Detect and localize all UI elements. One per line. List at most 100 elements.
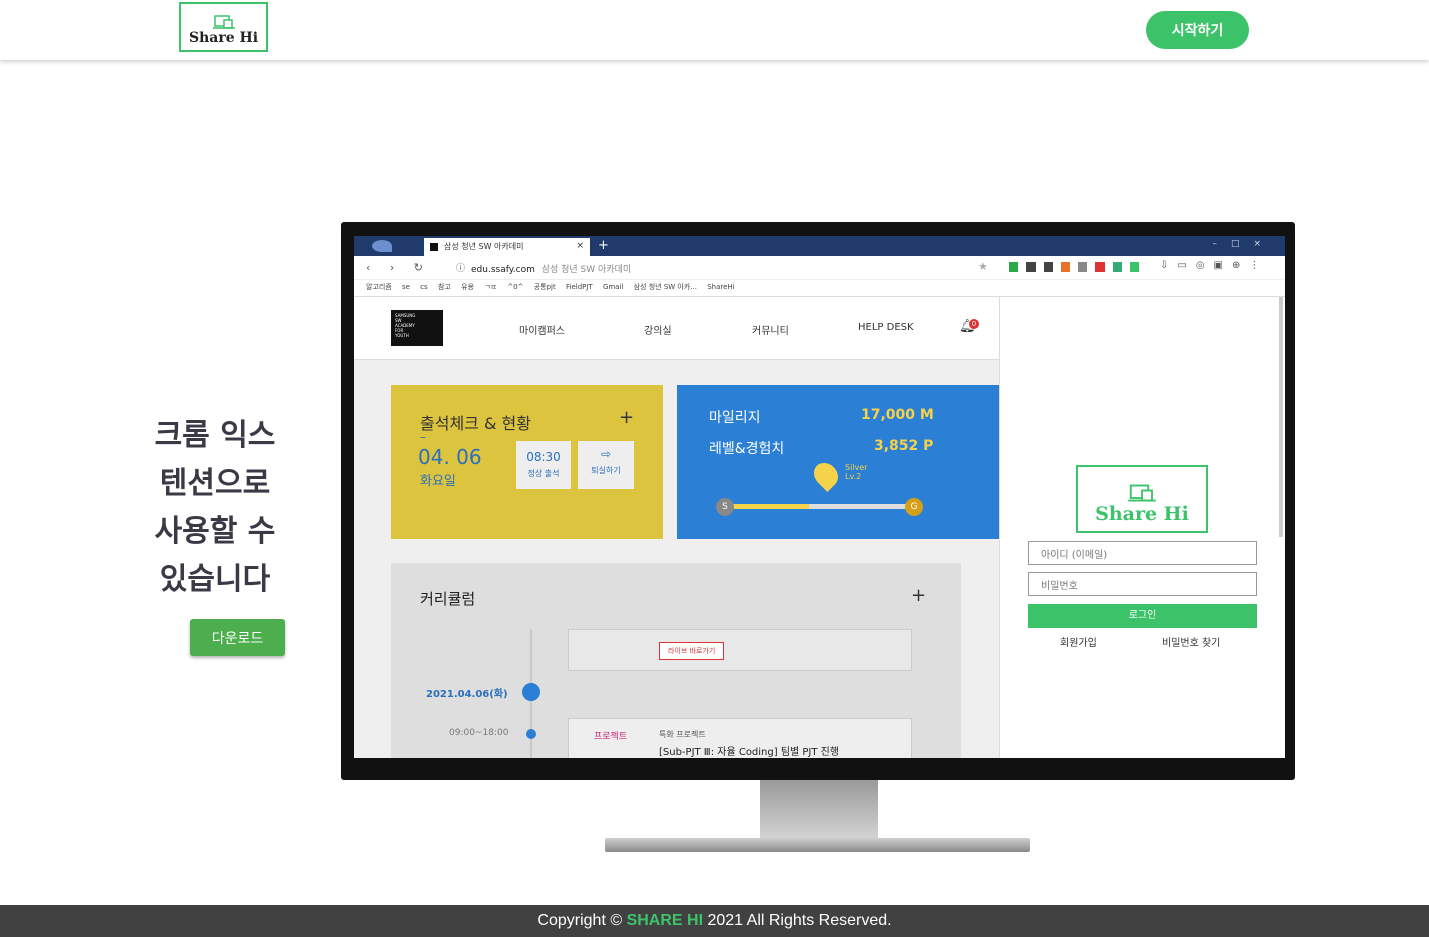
project-tag-detail: 특화 프로젝트 bbox=[659, 730, 706, 739]
mileage-label: 마일리지 bbox=[709, 410, 761, 426]
bookmark[interactable]: 참고 bbox=[438, 283, 451, 291]
exit-icon: ⇨ bbox=[600, 447, 612, 461]
attendance-time-box: 08:30 정상 출석 bbox=[516, 441, 571, 489]
tagline-line: 텐션으로 bbox=[159, 466, 271, 501]
ssafy-logo-line: YOUTH bbox=[395, 333, 409, 338]
attendance-date: 04. 06 bbox=[418, 445, 482, 469]
bookmark[interactable]: 유용 bbox=[461, 283, 474, 291]
browser-tab-bar: 삼성 청년 SW 아카데미 × + –□× bbox=[354, 236, 1285, 256]
id-field[interactable]: 아이디 (이메일) bbox=[1028, 541, 1257, 565]
devices-icon bbox=[1128, 484, 1156, 502]
project-tag: 프로젝트 bbox=[594, 732, 628, 742]
close-tab-icon[interactable]: × bbox=[576, 241, 584, 251]
level-value: 3,852 P bbox=[874, 438, 934, 454]
site-footer: Copyright © SHARE HI 2021 All Rights Res… bbox=[0, 905, 1429, 937]
attendance-dash: – bbox=[420, 430, 426, 444]
attendance-plus-icon[interactable]: + bbox=[619, 407, 634, 428]
start-button[interactable]: 시작하기 bbox=[1146, 11, 1249, 49]
toolbar-icons[interactable]: ⇩▭◎▣⊕⋮ bbox=[1160, 260, 1268, 271]
popup-scrollbar[interactable] bbox=[1279, 297, 1283, 537]
popup-logo: Share Hi bbox=[1076, 465, 1208, 533]
window-controls[interactable]: –□× bbox=[1212, 239, 1275, 249]
nav-arrows-icon[interactable]: ‹ › ↻ bbox=[366, 261, 431, 274]
site-nav: SAMSUNG SW ACADEMY FOR YOUTH 마이캠퍼스 강의실 커… bbox=[354, 297, 999, 360]
devices-icon bbox=[212, 15, 235, 29]
notification-badge: 0 bbox=[969, 319, 979, 329]
monitor-stand bbox=[760, 780, 878, 842]
find-password-link[interactable]: 비밀번호 찾기 bbox=[1162, 634, 1220, 649]
bird-icon bbox=[372, 240, 392, 252]
url-title: 삼성 청년 SW 아카데미 bbox=[541, 265, 632, 275]
bookmark[interactable]: 공통pjt bbox=[534, 283, 556, 291]
site-header: Share Hi 시작하기 bbox=[0, 0, 1429, 60]
attendance-status: 정상 출석 bbox=[527, 469, 560, 478]
logo-text: Share Hi bbox=[188, 30, 259, 46]
footer-brand: SHARE HI bbox=[626, 912, 704, 929]
level-pin-icon bbox=[809, 458, 843, 492]
popup-logo-text: Share Hi bbox=[1095, 503, 1189, 525]
tab-title: 삼성 청년 SW 아카데미 bbox=[444, 242, 524, 251]
nav-item-mycampus[interactable]: 마이캠퍼스 bbox=[519, 322, 565, 337]
clock-icon bbox=[522, 683, 540, 701]
exit-button[interactable]: ⇨ 퇴실하기 bbox=[578, 441, 634, 489]
url-domain: edu.ssafy.com bbox=[471, 265, 535, 275]
footer-rights: 2021 All Rights Reserved. bbox=[707, 912, 892, 929]
curriculum-title: 커리큘럼 bbox=[420, 590, 476, 608]
ssafy-site: SAMSUNG SW ACADEMY FOR YOUTH 마이캠퍼스 강의실 커… bbox=[354, 297, 999, 758]
nav-item-helpdesk[interactable]: HELP DESK bbox=[858, 322, 914, 333]
bookmark[interactable]: FieldPJT bbox=[566, 283, 593, 291]
live-button[interactable]: 라이브 바로가기 bbox=[659, 642, 725, 660]
level-progress-track bbox=[725, 504, 915, 509]
nav-item-community[interactable]: 커뮤니티 bbox=[752, 322, 789, 337]
bookmark[interactable]: Gmail bbox=[603, 283, 623, 291]
curriculum-plus-icon[interactable]: + bbox=[911, 585, 926, 606]
bookmark[interactable]: 삼성 청년 SW 아카... bbox=[634, 283, 697, 291]
sharehi-logo[interactable]: Share Hi bbox=[179, 2, 268, 52]
bookmarks-bar: 알고리즘 se cs 참고 유용 ㄱㄸ ^0^ 공통pjt FieldPJT G… bbox=[354, 280, 1285, 297]
ssafy-favicon bbox=[430, 243, 438, 251]
silver-marker: S bbox=[716, 498, 734, 516]
hero-tagline: 크롬 익스 텐션으로 사용할 수 있습니다 bbox=[130, 412, 300, 604]
gold-marker: G bbox=[905, 498, 923, 516]
signup-link[interactable]: 회원가입 bbox=[1060, 634, 1097, 649]
monitor-base bbox=[605, 838, 1030, 852]
bookmark[interactable]: se bbox=[402, 283, 410, 291]
attendance-title: 출석체크 & 현황 bbox=[420, 414, 531, 433]
schedule-item[interactable]: 프로젝트 특화 프로젝트 [Sub-PJT Ⅲ: 자율 Coding] 팀별 P… bbox=[568, 718, 912, 758]
level-label: 레벨&경험치 bbox=[709, 441, 785, 457]
password-field[interactable]: 비밀번호 bbox=[1028, 572, 1257, 596]
download-button[interactable]: 다운로드 bbox=[190, 619, 285, 656]
tagline-line: 있습니다 bbox=[159, 562, 271, 597]
info-icon: ⓘ bbox=[456, 264, 466, 274]
browser-screenshot: 삼성 청년 SW 아카데미 × + –□× ‹ › ↻ ⓘ edu.ssafy.… bbox=[354, 236, 1285, 758]
bookmark[interactable]: ㄱㄸ bbox=[484, 283, 497, 291]
bookmark[interactable]: ShareHi bbox=[707, 283, 734, 291]
url-text[interactable]: edu.ssafy.com 삼성 청년 SW 아카데미 bbox=[471, 262, 631, 275]
silver-badge: Silver Lv.2 bbox=[845, 463, 867, 481]
level-progress-fill bbox=[725, 504, 809, 509]
curriculum-date: 2021.04.06(화) bbox=[426, 689, 508, 700]
bookmark[interactable]: 알고리즘 bbox=[366, 283, 392, 291]
new-tab-icon[interactable]: + bbox=[598, 238, 609, 253]
attendance-time: 08:30 bbox=[526, 450, 561, 464]
badge-line: Lv.2 bbox=[845, 472, 862, 481]
mileage-value: 17,000 M bbox=[861, 407, 934, 423]
attendance-card: 출석체크 & 현황 + – 04. 06 화요일 08:30 정상 출석 ⇨ 퇴… bbox=[391, 385, 663, 539]
nav-item-classroom[interactable]: 강의실 bbox=[644, 322, 672, 337]
curriculum-card: 커리큘럼 + 라이브 바로가기 2021.04.06(화) 09:00~18:0… bbox=[391, 563, 961, 758]
badge-line: Silver bbox=[845, 463, 868, 472]
exit-label: 퇴실하기 bbox=[591, 466, 621, 475]
curriculum-time: 09:00~18:00 bbox=[449, 728, 509, 738]
extension-icons bbox=[1009, 262, 1139, 272]
address-bar: ‹ › ↻ ⓘ edu.ssafy.com 삼성 청년 SW 아카데미 ★ ⇩▭… bbox=[354, 256, 1285, 280]
timeline-dot bbox=[526, 729, 536, 739]
bookmark[interactable]: cs bbox=[420, 283, 428, 291]
attendance-weekday: 화요일 bbox=[420, 474, 456, 489]
mileage-card: 마일리지 17,000 M 레벨&경험치 3,852 P Silver Lv.2… bbox=[677, 385, 999, 539]
extension-popup: Share Hi 아이디 (이메일) 비밀번호 로그인 회원가입 비밀번호 찾기 bbox=[999, 297, 1285, 758]
ssafy-logo[interactable]: SAMSUNG SW ACADEMY FOR YOUTH bbox=[391, 310, 443, 346]
browser-tab[interactable]: 삼성 청년 SW 아카데미 × bbox=[424, 238, 590, 256]
bookmark[interactable]: ^0^ bbox=[507, 283, 523, 291]
login-button[interactable]: 로그인 bbox=[1028, 604, 1257, 628]
star-icon[interactable]: ★ bbox=[978, 260, 988, 273]
